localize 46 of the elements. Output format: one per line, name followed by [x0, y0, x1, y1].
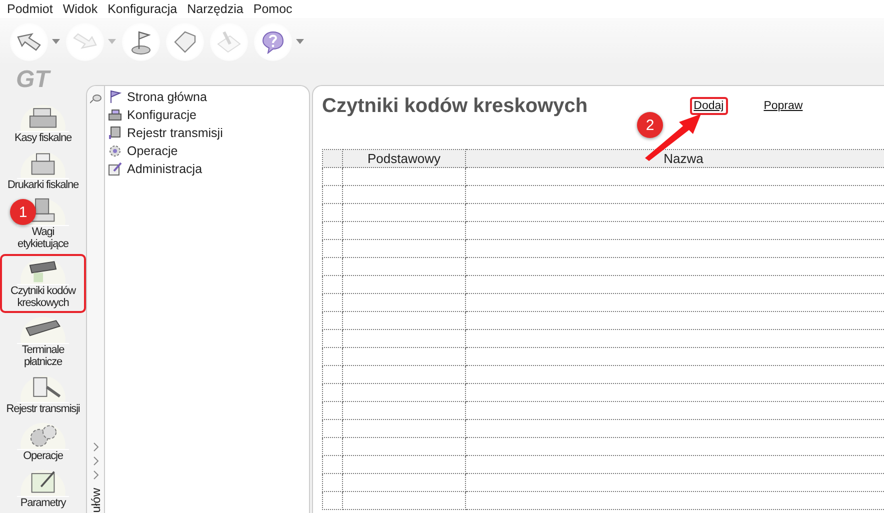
toolbar-flag-button[interactable]	[122, 22, 160, 60]
toolbar-tag-button[interactable]	[166, 22, 204, 60]
menu-item[interactable]: Podmiot	[2, 2, 58, 16]
menu-item[interactable]: Narzędzia	[182, 2, 248, 16]
menu-item[interactable]: Widok	[58, 2, 103, 16]
navigation-item[interactable]: Parametry	[0, 466, 86, 513]
tag-icon	[172, 30, 198, 54]
chevron-icon[interactable]	[92, 442, 98, 452]
navigation-item[interactable]: Czytniki kodów kreskowych	[0, 254, 86, 313]
navigation-item[interactable]: Terminale płatnicze	[0, 313, 86, 372]
navigation-item[interactable]: Rejestr transmisji	[0, 372, 86, 419]
tree-item[interactable]: Strona główna	[108, 88, 306, 106]
navigation-item[interactable]: Drukarki fiskalne	[0, 148, 86, 195]
tree-item[interactable]: Operacje	[108, 142, 306, 160]
step-badge: 1	[10, 199, 36, 225]
tree-item[interactable]: Rejestr transmisji	[108, 124, 306, 142]
menu-item[interactable]: Konfiguracja	[102, 2, 182, 16]
action-link[interactable]: Dodaj	[690, 97, 728, 115]
navigation-item[interactable]: Operacje	[0, 419, 86, 466]
navigation-item[interactable]: Wagi etykietujące 1	[0, 195, 86, 254]
action-link[interactable]: Popraw	[760, 97, 807, 115]
tree-item[interactable]: Konfiguracje	[108, 106, 306, 124]
gear-icon	[108, 144, 122, 158]
help-icon	[261, 30, 285, 54]
server-icon	[108, 126, 122, 140]
caret-icon[interactable]	[52, 39, 60, 44]
brush-icon	[216, 30, 242, 54]
notepad-icon	[108, 162, 122, 176]
column-header[interactable]: Nazwa	[466, 150, 884, 168]
side-caption: ułów	[88, 488, 102, 513]
flag-icon	[108, 90, 122, 104]
toolbar-help-button[interactable]	[254, 22, 292, 60]
page-title: Czytniki kodów kreskowych	[322, 95, 588, 118]
column-header[interactable]: Podstawowy	[342, 150, 466, 168]
printer-icon	[108, 108, 122, 122]
flag-icon	[129, 28, 153, 54]
chevron-icon[interactable]	[92, 470, 98, 480]
logo: GT	[15, 65, 50, 95]
tree-item[interactable]: Administracja	[108, 160, 306, 178]
back-arrow-icon	[16, 30, 42, 52]
toolbar-back-button[interactable]	[10, 22, 48, 60]
step-badge: 2	[637, 112, 663, 138]
caret-icon[interactable]	[296, 39, 304, 44]
navigation-item[interactable]: Kasy fiskalne	[0, 101, 86, 148]
menu-item[interactable]: Pomoc	[248, 2, 298, 16]
chevron-icon[interactable]	[92, 456, 98, 466]
